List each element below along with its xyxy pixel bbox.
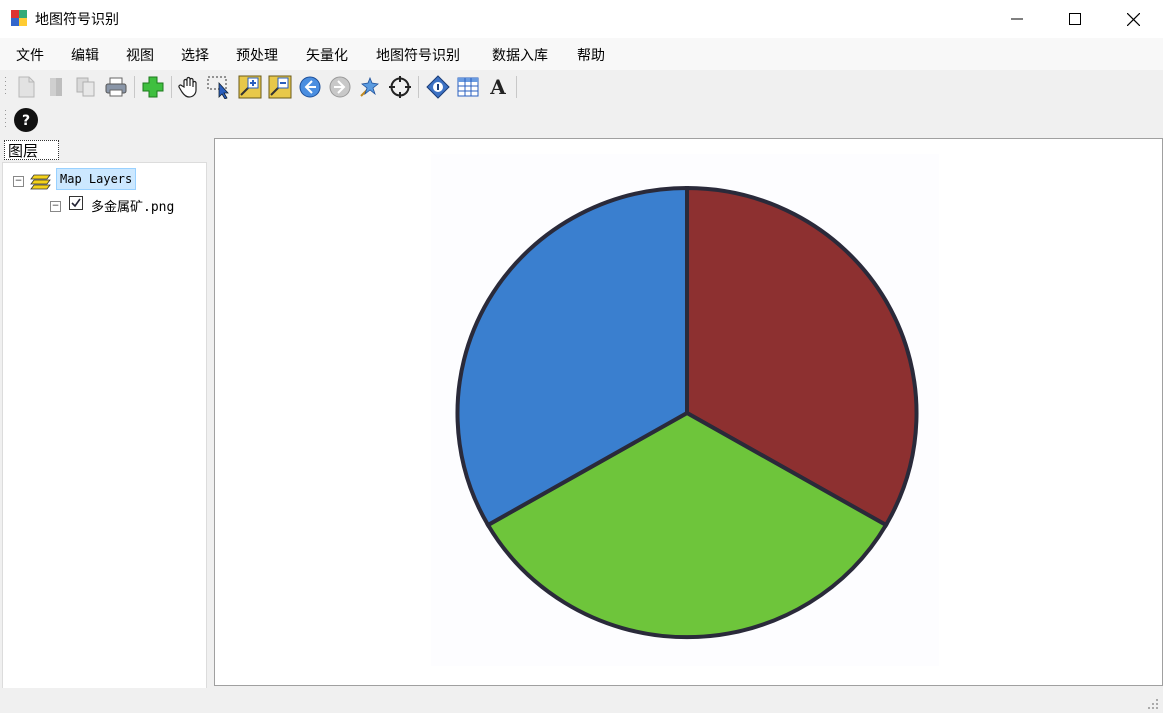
menu-bar: 文件 编辑 视图 选择 预处理 矢量化 地图符号识别 数据入库 帮助 [0,38,1163,70]
forward-extent-icon [329,76,351,98]
toolbar-grip-icon[interactable] [4,76,7,98]
toolbar-separator [171,76,172,98]
select-features-button[interactable] [207,74,233,100]
status-bar [0,688,1163,713]
menu-data-import[interactable]: 数据入库 [492,45,548,65]
add-data-button[interactable] [140,74,166,100]
menu-symbol-recognition[interactable]: 地图符号识别 [376,45,460,65]
pointer-zoom-icon [360,76,379,97]
pan-button[interactable] [177,74,203,100]
map-canvas[interactable] [214,138,1163,686]
layer-visibility-checkbox[interactable] [69,196,83,210]
forward-extent-button[interactable] [327,74,353,100]
close-icon [1126,12,1140,26]
layers-stack-icon [30,174,51,190]
identify-icon [426,75,450,99]
app-icon [11,10,27,26]
new-document-button[interactable] [13,74,39,100]
attribute-table-icon [457,77,479,97]
menu-vectorize[interactable]: 矢量化 [306,45,348,65]
map-image [431,154,939,666]
menu-edit[interactable]: 编辑 [71,45,99,65]
main-toolbar: A [0,70,1163,104]
tab-layers[interactable]: 图层 [4,140,59,160]
layer-name[interactable]: 多金属矿.png [91,196,174,215]
open-icon [50,78,62,96]
back-extent-icon [299,76,321,98]
back-extent-button[interactable] [297,74,323,100]
copy-button[interactable] [73,74,99,100]
new-document-icon [18,76,35,98]
copy-icon [76,77,95,97]
title-bar: 地图符号识别 [0,0,1163,38]
map-layers-root[interactable]: Map Layers [56,168,137,190]
select-features-icon [207,76,229,99]
menu-help[interactable]: 帮助 [577,45,605,65]
text-label-icon: A [490,75,506,99]
maximize-button[interactable] [1046,0,1104,38]
toolbar-separator [134,76,135,98]
window-title: 地图符号识别 [35,12,119,28]
open-button[interactable] [43,74,69,100]
add-data-icon [142,76,164,98]
full-extent-icon [389,76,411,98]
print-icon [105,77,127,97]
toolbar-separator [418,76,419,98]
zoom-out-button[interactable] [267,74,293,100]
maximize-icon [1069,13,1081,25]
zoom-in-button[interactable] [237,74,263,100]
menu-preprocess[interactable]: 预处理 [236,45,278,65]
print-button[interactable] [103,74,129,100]
menu-view[interactable]: 视图 [126,45,154,65]
collapse-layer-icon[interactable]: − [50,201,61,212]
zoom-out-icon [268,75,292,99]
collapse-root-icon[interactable]: − [13,176,24,187]
help-button[interactable]: ? [13,107,39,133]
resize-grip-icon[interactable] [1147,698,1159,710]
minimize-icon [1011,18,1023,20]
text-label-button[interactable]: A [485,74,511,100]
identify-button[interactable] [425,74,451,100]
menu-file[interactable]: 文件 [16,45,44,65]
help-question-icon: ? [14,108,38,132]
full-extent-button[interactable] [387,74,413,100]
zoom-in-icon [238,75,262,99]
menu-select[interactable]: 选择 [181,45,209,65]
svg-text:?: ? [22,113,30,129]
toolbar-grip-icon[interactable] [4,109,7,131]
attribute-table-button[interactable] [455,74,481,100]
close-button[interactable] [1104,0,1162,38]
toolbar-separator [516,76,517,98]
pan-hand-icon [178,76,197,98]
pointer-zoom-button[interactable] [357,74,383,100]
secondary-toolbar: ? [0,104,1163,136]
layer-tree: − Map Layers − 多金属矿.png [2,162,207,712]
minimize-button[interactable] [988,0,1046,38]
